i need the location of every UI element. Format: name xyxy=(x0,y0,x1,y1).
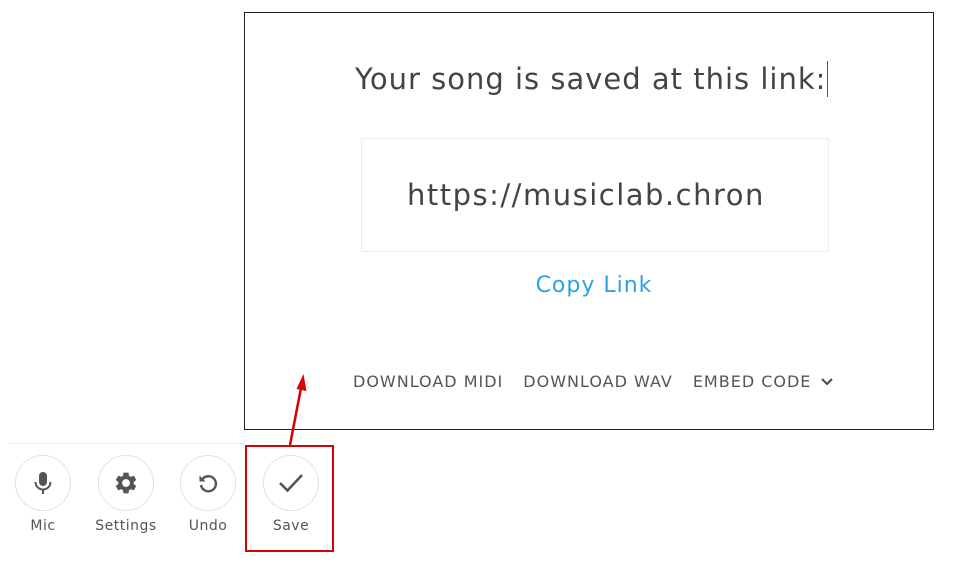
mic-label: Mic xyxy=(30,518,56,534)
undo-label: Undo xyxy=(188,518,228,534)
embed-code-label: EMBED CODE xyxy=(692,372,812,391)
settings-label: Settings xyxy=(95,518,157,534)
mic-icon xyxy=(34,472,52,494)
text-caret xyxy=(827,61,829,97)
undo-icon xyxy=(199,475,218,493)
undo-tool: Undo xyxy=(168,455,248,534)
download-midi-button[interactable]: DOWNLOAD MIDI xyxy=(353,372,503,391)
share-link-field[interactable] xyxy=(362,139,828,251)
save-dialog: Your song is saved at this link: Copy Li… xyxy=(244,12,934,430)
undo-button[interactable] xyxy=(180,455,236,511)
screen: Your song is saved at this link: Copy Li… xyxy=(0,0,959,568)
toolbar-divider xyxy=(8,443,244,444)
save-highlight-box xyxy=(245,445,334,552)
mic-button[interactable] xyxy=(15,455,71,511)
settings-button[interactable] xyxy=(98,455,154,511)
dialog-title-text: Your song is saved at this link: xyxy=(355,62,827,96)
copy-link-button[interactable]: Copy Link xyxy=(245,273,933,298)
dialog-title: Your song is saved at this link: xyxy=(355,61,855,97)
link-box xyxy=(361,138,829,252)
gear-icon xyxy=(115,472,137,494)
chevron-down-icon xyxy=(821,378,834,386)
settings-tool: Settings xyxy=(86,455,166,534)
embed-code-button[interactable]: EMBED CODE xyxy=(693,372,834,391)
mic-tool: Mic xyxy=(3,455,83,534)
download-wav-button[interactable]: DOWNLOAD WAV xyxy=(523,372,673,391)
download-options: DOWNLOAD MIDI DOWNLOAD WAV EMBED CODE xyxy=(353,372,834,391)
